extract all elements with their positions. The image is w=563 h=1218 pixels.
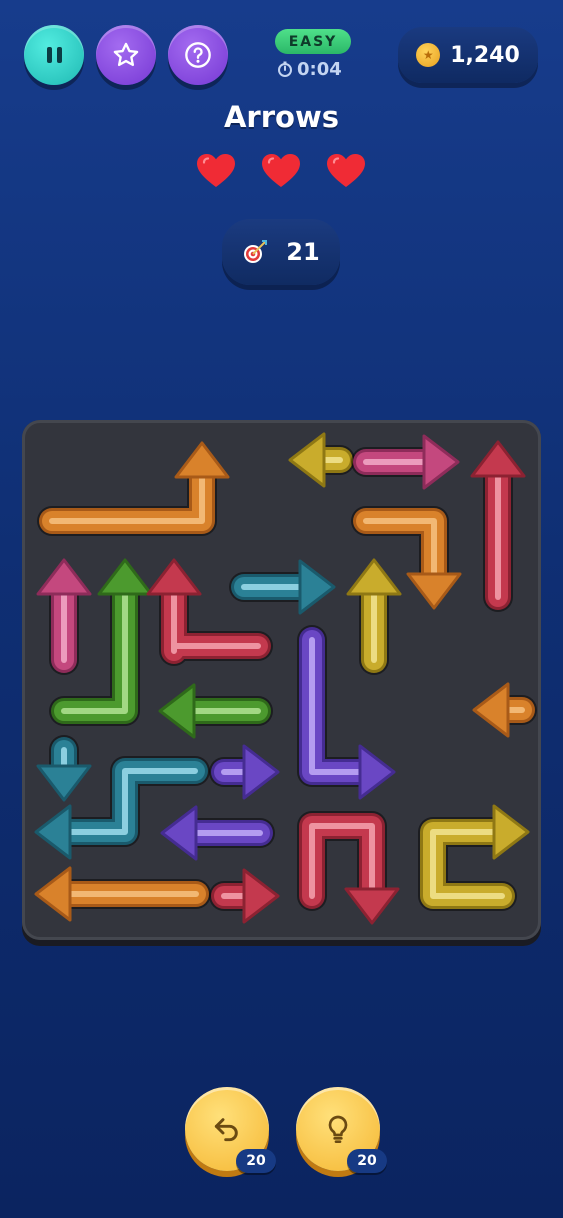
heart-icon bbox=[262, 154, 300, 187]
arrow-piece-red-right[interactable] bbox=[209, 868, 280, 924]
arrow-head bbox=[146, 558, 202, 596]
coin-balance[interactable]: ★ 1,240 bbox=[398, 27, 538, 83]
arrow-head bbox=[34, 804, 72, 860]
moves-value: 21 bbox=[286, 238, 320, 266]
help-button[interactable] bbox=[168, 25, 228, 85]
timer: 0:04 bbox=[277, 57, 342, 81]
arrow-piece-red-down[interactable] bbox=[297, 811, 400, 925]
arrow-piece-gold-left[interactable] bbox=[288, 432, 355, 488]
pause-icon bbox=[46, 47, 62, 63]
arrow-piece-red-up[interactable] bbox=[470, 440, 526, 612]
arrow-head bbox=[174, 441, 230, 479]
arrow-piece-green-left[interactable] bbox=[158, 683, 273, 739]
arrow-head bbox=[470, 440, 526, 478]
arrow-piece-orange-up[interactable] bbox=[37, 441, 230, 536]
arrow-piece-purple-left[interactable] bbox=[160, 805, 275, 861]
arrow-head bbox=[422, 434, 460, 490]
arrow-head bbox=[36, 764, 92, 802]
arrow-piece-pink-right[interactable] bbox=[351, 434, 460, 490]
arrow-head bbox=[472, 682, 510, 738]
star-button[interactable] bbox=[96, 25, 156, 85]
arrow-head bbox=[298, 559, 336, 615]
arrow-head bbox=[160, 805, 198, 861]
coin-value: 1,240 bbox=[450, 42, 520, 68]
coin-icon: ★ bbox=[416, 43, 441, 67]
arrow-head bbox=[406, 572, 462, 610]
puzzle-board bbox=[22, 420, 541, 940]
hint-count-badge: 20 bbox=[347, 1149, 387, 1173]
stopwatch-icon bbox=[278, 61, 292, 77]
arrow-head bbox=[36, 558, 92, 596]
arrow-piece-teal-down[interactable] bbox=[36, 735, 92, 802]
heart-icon bbox=[327, 154, 365, 187]
target-icon bbox=[244, 240, 268, 263]
moves-counter: 21 bbox=[222, 219, 340, 285]
timer-value: 0:04 bbox=[297, 58, 342, 80]
hint-button[interactable]: 20 bbox=[296, 1087, 387, 1173]
heart-icon bbox=[197, 154, 235, 187]
arrow-head bbox=[242, 744, 280, 800]
lives-indicator bbox=[196, 153, 366, 189]
arrow-piece-gold-up[interactable] bbox=[346, 558, 402, 675]
arrow-head bbox=[242, 868, 280, 924]
arrow-piece-gold-right[interactable] bbox=[418, 804, 530, 911]
arrow-head bbox=[346, 558, 402, 596]
level-title: Arrows bbox=[223, 100, 340, 134]
undo-count-badge: 20 bbox=[236, 1149, 276, 1173]
undo-button[interactable]: 20 bbox=[185, 1087, 276, 1173]
arrow-piece-orange-left[interactable] bbox=[472, 682, 537, 738]
arrow-head bbox=[358, 744, 396, 800]
arrow-head bbox=[344, 887, 400, 925]
arrow-piece-orange-left[interactable] bbox=[34, 866, 211, 922]
arrow-piece-teal-right[interactable] bbox=[229, 559, 336, 615]
arrow-head bbox=[158, 683, 196, 739]
arrow-piece-purple-right[interactable] bbox=[209, 744, 280, 800]
help-icon bbox=[185, 42, 211, 68]
lightbulb-icon bbox=[328, 1115, 348, 1143]
arrow-piece-pink-up[interactable] bbox=[36, 558, 92, 675]
arrow-head bbox=[34, 866, 72, 922]
arrow-head bbox=[288, 432, 326, 488]
arrow-head bbox=[492, 804, 530, 860]
difficulty-badge: EASY bbox=[275, 29, 351, 54]
arrow-head bbox=[97, 558, 153, 596]
star-icon bbox=[113, 42, 139, 67]
pause-button[interactable] bbox=[24, 25, 84, 85]
undo-icon bbox=[214, 1118, 238, 1142]
